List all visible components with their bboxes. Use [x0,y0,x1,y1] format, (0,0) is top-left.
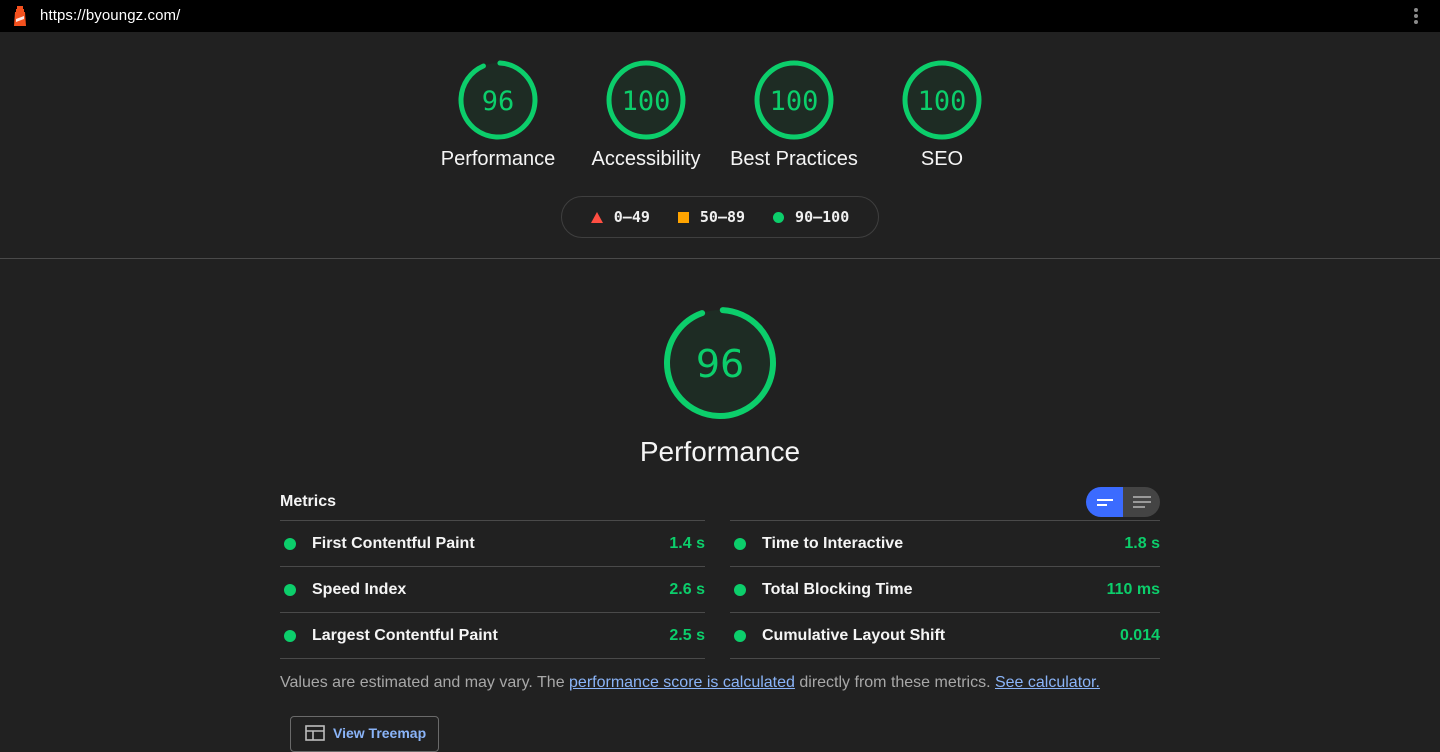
legend-average: 50–89 [677,208,746,226]
metric-label: Speed Index [312,580,407,598]
gauge-score: 100 [770,86,819,117]
metrics-disclaimer: Values are estimated and may vary. The p… [280,674,1100,692]
metrics-right-column: Time to Interactive 1.8 s Total Blocking… [730,520,1160,659]
disclaimer-text: directly from these metrics. [794,674,995,691]
gauge-label: Performance [440,148,556,170]
metric-speed-index: Speed Index 2.6 s [280,567,705,613]
compact-view-button[interactable] [1086,487,1123,517]
section-divider [0,258,1440,259]
gauge-accessibility[interactable]: 100 Accessibility [572,56,720,171]
gauge-ring: 100 [902,60,982,140]
category-title: Performance [639,436,801,467]
metric-value: 0.014 [1119,626,1160,644]
gauge-score: 96 [482,86,515,117]
legend-pass: 90–100 [773,208,849,226]
metric-cumulative-layout-shift: Cumulative Layout Shift 0.014 [730,613,1160,659]
metric-label: Cumulative Layout Shift [762,626,946,644]
gauge-score: 100 [622,86,671,117]
metric-label: Largest Contentful Paint [312,626,498,644]
gauge-label: SEO [920,148,964,170]
metric-largest-contentful-paint: Largest Contentful Paint 2.5 s [280,613,705,659]
pass-circle-icon [734,537,746,550]
pass-circle-icon [284,583,296,596]
metric-value: 2.6 s [669,580,705,598]
lighthouse-icon [14,6,26,26]
treemap-button-label: View Treemap [333,725,427,741]
legend-range: 0–49 [613,208,650,226]
treemap-icon [305,725,325,741]
circle-icon [773,211,785,223]
gauge-ring: 100 [606,60,686,140]
score-scale-legend: 0–49 50–89 90–100 [561,196,879,238]
page-url: https://byoungz.com/ [40,7,181,24]
metrics-grid: First Contentful Paint 1.4 s Speed Index… [280,520,1160,659]
metric-label: First Contentful Paint [312,534,475,552]
view-treemap-button[interactable]: View Treemap [290,716,439,752]
short-lines-icon [1096,498,1113,506]
metrics-title: Metrics [280,493,337,510]
gauge-label: Best Practices [730,148,858,170]
gauge-score: 96 [696,342,744,386]
metric-time-to-interactive: Time to Interactive 1.8 s [730,521,1160,567]
square-icon [677,211,689,223]
metric-label: Total Blocking Time [762,580,913,598]
metric-value: 110 ms [1106,580,1160,598]
gauge-ring: 100 [754,60,834,140]
legend-range: 50–89 [699,208,746,226]
metrics-left-column: First Contentful Paint 1.4 s Speed Index… [280,520,705,659]
gauge-performance[interactable]: 96 Performance [424,56,572,171]
triangle-icon [590,211,603,223]
metrics-view-toggle[interactable] [1086,487,1160,517]
metric-value: 2.5 s [669,626,705,644]
pass-circle-icon [284,537,296,550]
expanded-view-button[interactable] [1123,487,1160,517]
gauge-ring: 96 [458,60,538,140]
metrics-header: Metrics [280,484,1160,520]
score-calculated-link[interactable]: performance score is calculated [569,674,795,691]
metric-total-blocking-time: Total Blocking Time 110 ms [730,567,1160,613]
gauge-label: Accessibility [591,148,701,170]
more-vert-icon[interactable] [1408,8,1424,24]
metric-value: 1.4 s [669,534,705,552]
see-calculator-link[interactable]: See calculator. [995,674,1100,691]
legend-range: 90–100 [795,208,850,226]
category-gauges: 96 Performance 100 Accessibility 100 Bes… [0,56,1440,171]
browser-top-bar: https://byoungz.com/ [0,0,1440,32]
performance-main-gauge: 96 Performance [600,300,840,468]
long-lines-icon [1132,496,1151,508]
gauge-best-practices[interactable]: 100 Best Practices [720,56,868,171]
metric-label: Time to Interactive [762,534,904,552]
metrics-section: Metrics First Contentful Paint 1.4 s Spe… [280,484,1160,659]
pass-circle-icon [734,583,746,596]
legend-fail: 0–49 [590,208,650,226]
metric-first-contentful-paint: First Contentful Paint 1.4 s [280,521,705,567]
metric-value: 1.8 s [1124,534,1160,552]
gauge-ring: 96 [664,307,776,419]
gauge-seo[interactable]: 100 SEO [868,56,1016,171]
disclaimer-text: Values are estimated and may vary. The [280,674,570,691]
gauge-score: 100 [918,86,967,117]
pass-circle-icon [284,629,296,642]
pass-circle-icon [734,629,746,642]
